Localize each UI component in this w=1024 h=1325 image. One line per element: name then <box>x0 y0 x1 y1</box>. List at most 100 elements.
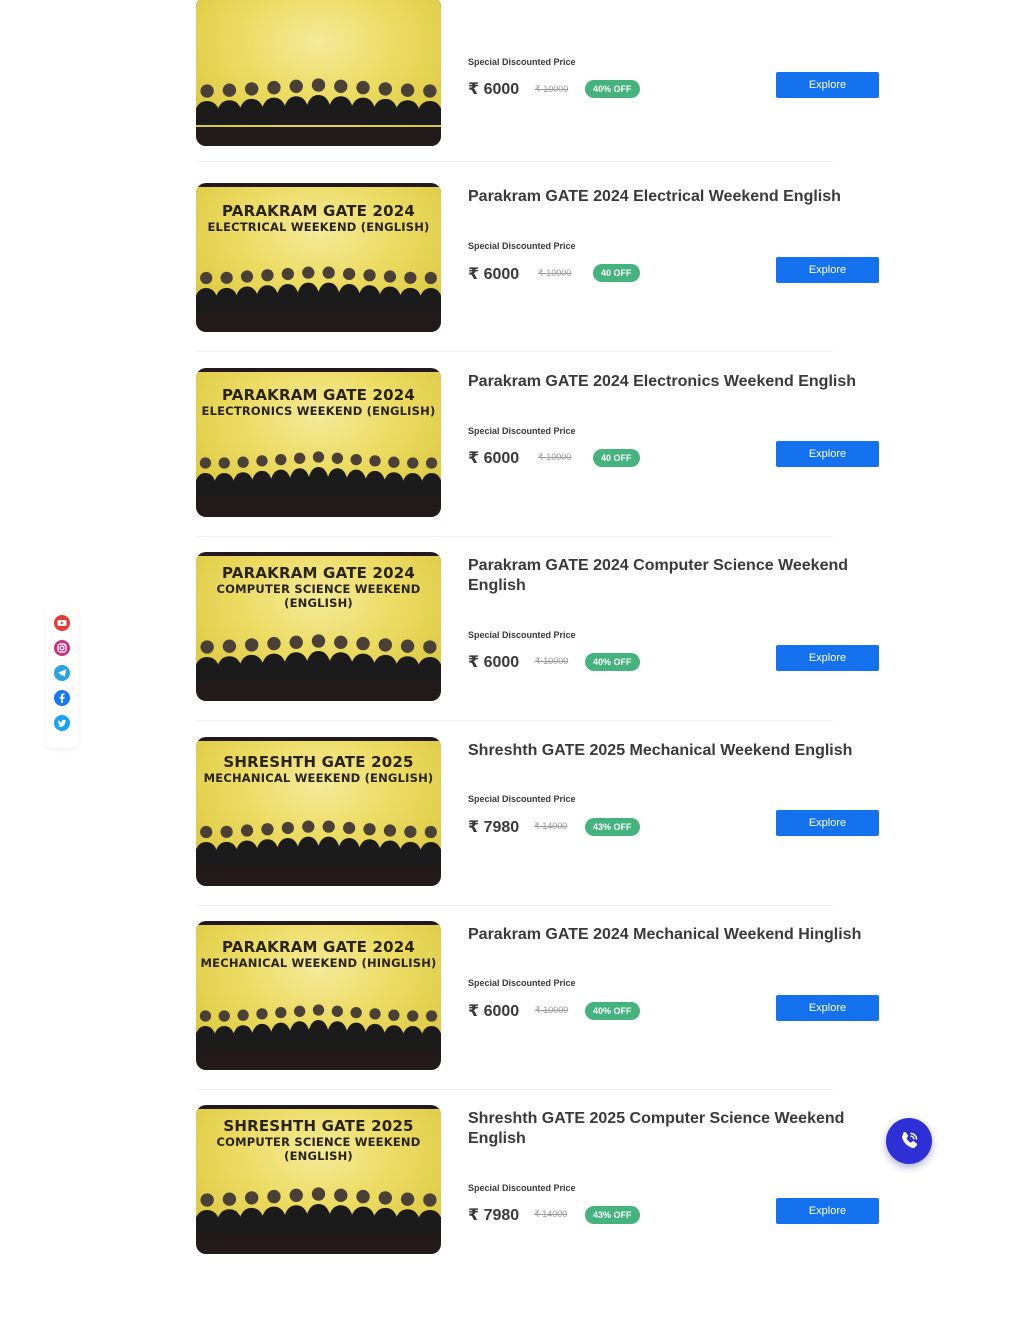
faculty-silhouette-head <box>407 457 419 469</box>
course-price: ₹ 6000 <box>468 266 520 283</box>
course-thumbnail[interactable]: SHRESHTH GATE 2025 MECHANICAL WEEKEND (E… <box>196 737 441 886</box>
faculty-silhouette-head <box>331 1005 343 1017</box>
course-title[interactable]: Shreshth GATE 2025 Computer Science Week… <box>468 1109 868 1149</box>
thumbnail-subheading: COMPUTER SCIENCE WEEKEND <box>216 582 421 596</box>
faculty-silhouette-body <box>416 1210 441 1234</box>
telegram-icon[interactable] <box>54 665 70 681</box>
course-thumbnail[interactable]: PARAKRAM GATE 2024 MECHANICAL WEEKEND (H… <box>196 921 441 1070</box>
faculty-silhouette-head <box>350 1006 362 1019</box>
faculty-silhouette-head <box>289 79 303 93</box>
faculty-silhouette-head <box>356 636 370 651</box>
course-title[interactable]: Parakram GATE 2024 Mechanical Weekend Hi… <box>468 925 868 945</box>
faculty-silhouette-head <box>222 1192 237 1206</box>
original-price: ₹ 10000 <box>535 1005 569 1015</box>
faculty-silhouette-head <box>267 80 281 95</box>
faculty-silhouette-head <box>369 455 381 467</box>
faculty-silhouette-head <box>245 638 259 652</box>
faculty-silhouette-head <box>311 634 326 648</box>
explore-button[interactable]: Explore <box>776 810 879 836</box>
discount-badge: 40% OFF <box>585 653 640 671</box>
course-thumbnail[interactable]: SHRESHTH GATE 2025 COMPUTER SCIENCE WEEK… <box>196 1105 441 1254</box>
youtube-icon[interactable] <box>54 615 70 631</box>
explore-button[interactable]: Explore <box>776 72 879 98</box>
course-thumbnail[interactable]: PARAKRAM GATE 2024 ELECTRONICS WEEKEND (… <box>196 368 441 517</box>
explore-button[interactable]: Explore <box>776 645 879 671</box>
faculty-silhouette-head <box>222 83 237 97</box>
faculty-silhouette-head <box>267 636 281 651</box>
faculty-silhouette-head <box>240 824 254 837</box>
faculty-silhouette-head <box>378 1191 392 1205</box>
call-button[interactable] <box>886 1118 932 1164</box>
course-title[interactable]: Parakram GATE 2024 Electronics Weekend E… <box>468 372 868 392</box>
course-title[interactable]: Parakram GATE 2024 Electrical Weekend En… <box>468 187 868 207</box>
faculty-silhouette-head <box>343 821 356 835</box>
price-label: Special Discounted Price <box>468 426 576 436</box>
price-label: Special Discounted Price <box>468 57 576 67</box>
explore-button[interactable]: Explore <box>776 441 879 467</box>
facebook-icon[interactable] <box>54 690 70 706</box>
faculty-silhouette-head <box>356 1189 370 1204</box>
course-card: PARAKRAM GATE 2024 ELECTRICAL WEEKEND (E… <box>188 166 879 352</box>
faculty-silhouette-body <box>418 842 441 866</box>
course-thumbnail[interactable]: PARAKRAM GATE 2024 COMPUTER SCIENCE WEEK… <box>196 552 441 701</box>
faculty-group-image <box>196 1004 441 1050</box>
instagram-icon[interactable] <box>54 640 70 656</box>
faculty-silhouette-head <box>289 1188 303 1202</box>
twitter-icon[interactable] <box>54 715 70 731</box>
faculty-silhouette-head <box>261 823 274 836</box>
faculty-silhouette-head <box>289 635 303 649</box>
course-title[interactable]: Parakram GATE 2024 Computer Science Week… <box>468 556 868 596</box>
price-label: Special Discounted Price <box>468 1183 576 1193</box>
faculty-group-image <box>196 1187 441 1234</box>
faculty-silhouette-head <box>423 1193 437 1207</box>
faculty-silhouette-head <box>200 84 214 98</box>
course-card: SHRESHTH GATE 2025 MECHANICAL WEEKEND (E… <box>188 720 879 906</box>
course-thumbnail[interactable] <box>196 0 441 146</box>
faculty-silhouette-head <box>199 457 212 469</box>
faculty-silhouette-head <box>312 1004 325 1016</box>
course-card: Special Discounted Price ₹ 6000 ₹ 10000 … <box>188 0 879 162</box>
original-price: ₹ 10000 <box>538 452 572 462</box>
faculty-silhouette-head <box>356 80 370 95</box>
explore-button[interactable]: Explore <box>776 995 879 1021</box>
course-card: PARAKRAM GATE 2024 ELECTRONICS WEEKEND (… <box>188 351 879 537</box>
thumbnail-subheading: COMPUTER SCIENCE WEEKEND <box>216 1135 421 1149</box>
explore-button[interactable]: Explore <box>776 257 879 283</box>
faculty-silhouette-head <box>220 271 233 284</box>
faculty-silhouette-head <box>383 270 397 283</box>
faculty-silhouette-head <box>256 455 268 467</box>
faculty-silhouette-head <box>294 1005 306 1017</box>
faculty-silhouette-head <box>383 824 397 837</box>
faculty-silhouette-head <box>425 457 438 469</box>
faculty-silhouette-head <box>404 825 417 838</box>
thumbnail-subheading: MECHANICAL WEEKEND (HINGLISH) <box>200 956 437 970</box>
faculty-silhouette-head <box>350 453 362 466</box>
price-label: Special Discounted Price <box>468 241 576 251</box>
card-divider <box>196 161 833 162</box>
phone-call-icon <box>902 1132 918 1149</box>
course-thumbnail[interactable]: PARAKRAM GATE 2024 ELECTRICAL WEEKEND (E… <box>196 183 441 332</box>
course-title[interactable]: Shreshth GATE 2025 Mechanical Weekend En… <box>468 741 868 761</box>
faculty-silhouette-head <box>312 451 325 463</box>
thumbnail-heading: PARAKRAM GATE 2024 <box>221 938 416 956</box>
thumbnail-subheading: MECHANICAL WEEKEND (ENGLISH) <box>203 771 434 785</box>
price-label: Special Discounted Price <box>468 978 576 988</box>
course-price: ₹ 6000 <box>468 654 520 671</box>
faculty-silhouette-head <box>378 82 392 96</box>
faculty-group-image <box>196 266 441 312</box>
course-card: SHRESHTH GATE 2025 COMPUTER SCIENCE WEEK… <box>188 1088 879 1258</box>
faculty-silhouette-head <box>200 1193 214 1207</box>
thumbnail-subheading: ELECTRICAL WEEKEND (ENGLISH) <box>207 220 430 234</box>
faculty-silhouette-head <box>275 1006 287 1019</box>
explore-button[interactable]: Explore <box>776 1198 879 1224</box>
original-price: ₹ 10000 <box>538 268 572 278</box>
faculty-silhouette-head <box>400 639 415 653</box>
faculty-silhouette-head <box>363 269 376 282</box>
thumbnail-subheading: ELECTRONICS WEEKEND (ENGLISH) <box>201 404 436 418</box>
original-price: ₹ 10000 <box>535 84 569 94</box>
faculty-silhouette-head <box>220 825 233 838</box>
original-price: ₹ 14000 <box>534 1209 568 1219</box>
faculty-silhouette-head <box>369 1008 381 1020</box>
faculty-silhouette-head <box>267 1189 281 1204</box>
discount-badge: 40 OFF <box>593 449 640 467</box>
